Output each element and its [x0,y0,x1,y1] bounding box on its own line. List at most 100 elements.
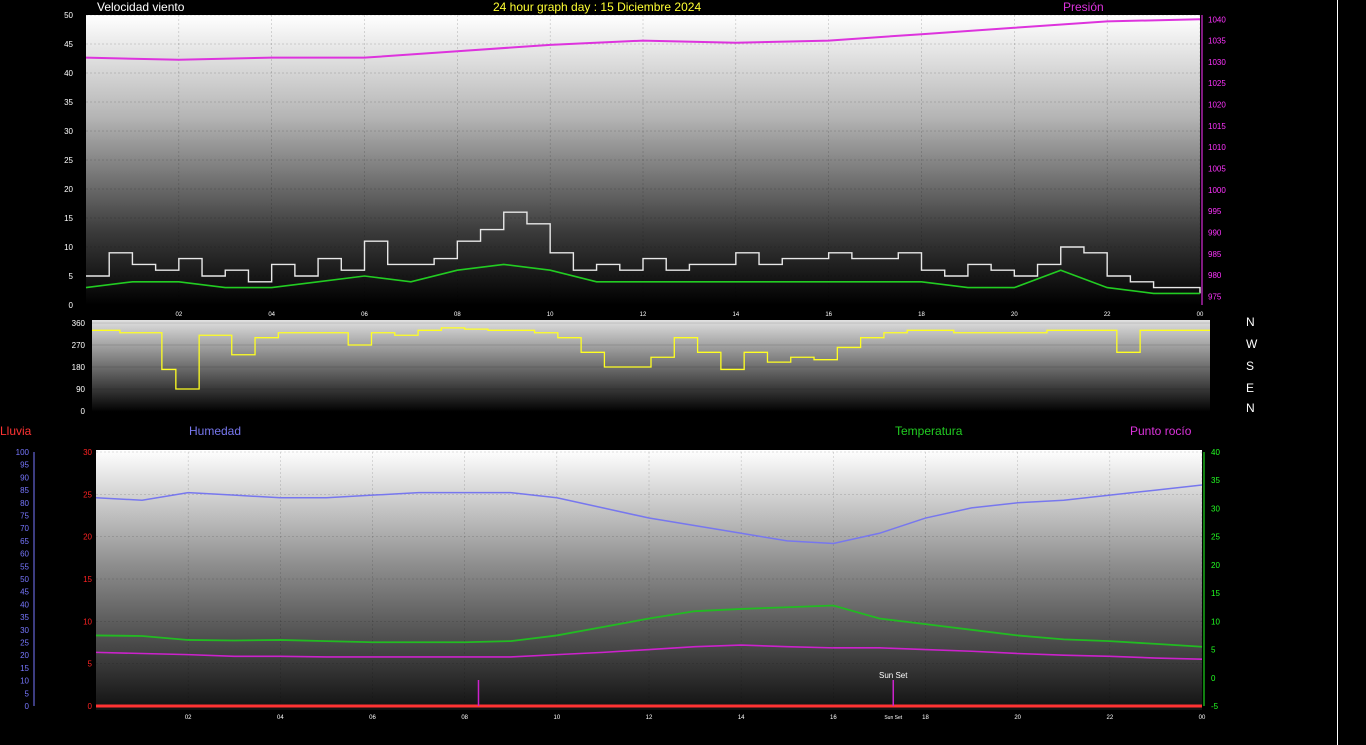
wind-y-tick-label: 20 [64,185,73,194]
humidity-tick-label: 65 [20,537,29,546]
wind-x-tick-label: 20 [1011,312,1018,318]
temperature-tick-label: 0 [1211,674,1216,683]
direction-tick-label: 360 [72,319,86,328]
rain-tick-label: 10 [83,617,92,626]
humidity-tick-label: 55 [20,562,29,571]
humidity-tick-label: 70 [20,524,29,533]
direction-tick-label: 270 [72,341,86,350]
temperature-tick-label: 25 [1211,533,1220,542]
pressure-tick-label: 1000 [1208,186,1226,195]
humidity-tick-label: 60 [20,550,29,559]
wind-y-tick-label: 15 [64,214,73,223]
rain-title: Lluvia [0,424,32,438]
climate-x-tick-label: 16 [830,715,837,721]
weather-chart: Sun Set 05101520253035404550975980985990… [16,11,1227,721]
compass-n-top: N [1246,315,1255,329]
wind-x-tick-label: 00 [1197,312,1204,318]
humidity-tick-label: 80 [20,499,29,508]
graph-frame: Sun Set 0 5 10 15 20 25 30 35 40 45 50 975 980 985 990… [0,0,1338,745]
wind-y-tick-label: 10 [64,243,73,252]
pressure-tick-label: 990 [1208,229,1222,238]
humidity-tick-label: 85 [20,486,29,495]
temperature-title: Temperatura [895,424,963,438]
wind-y-tick-label: 25 [64,156,73,165]
climate-x-tick-label: 22 [1106,715,1113,721]
direction-tick-label: 180 [72,363,86,372]
compass-s: S [1246,359,1255,373]
wind-y-tick-label: 45 [64,40,73,49]
right-border [1337,0,1338,745]
climate-x-tick-label: 08 [461,715,468,721]
humidity-tick-label: 95 [20,461,29,470]
climate-x-tick-label: 02 [185,715,192,721]
humidity-tick-label: 100 [16,448,30,457]
humidity-tick-label: 0 [25,702,30,711]
climate-x-tick-label: 18 [922,715,929,721]
pressure-tick-label: 1040 [1208,15,1226,24]
wind-y-tick-label: 35 [64,98,73,107]
wind-y-tick-label: 50 [64,11,73,20]
wind-x-tick-label: 02 [175,312,182,318]
humidity-tick-label: 15 [20,664,29,673]
temperature-tick-label: -5 [1211,702,1219,711]
graph-date-title: 24 hour graph day : 15 Diciembre 2024 [493,0,702,14]
direction-tick-label: 0 [81,407,86,416]
humidity-tick-label: 40 [20,600,29,609]
dewpoint-title: Punto rocío [1130,424,1192,438]
wind-x-tick-label: 12 [640,312,647,318]
pressure-title: Presión [1063,0,1104,14]
compass-n-bottom: N [1246,401,1255,415]
climate-x-tick-label: 00 [1199,715,1206,721]
wind-x-tick-label: 22 [1104,312,1111,318]
rain-tick-label: 30 [83,448,92,457]
climate-x-tick-label: 04 [277,715,284,721]
wind-x-tick-label: 10 [547,312,554,318]
wind-y-tick-label: 0 [69,301,74,310]
humidity-tick-label: 90 [20,473,29,482]
temperature-tick-label: 20 [1211,561,1220,570]
pressure-tick-label: 995 [1208,207,1222,216]
wind-x-tick-label: 04 [268,312,275,318]
humidity-tick-label: 5 [25,689,30,698]
humidity-tick-label: 25 [20,639,29,648]
temperature-tick-label: 30 [1211,504,1220,513]
climate-x-tick-label: 12 [646,715,653,721]
humidity-tick-label: 20 [20,651,29,660]
rain-tick-label: 5 [88,660,93,669]
humidity-tick-label: 30 [20,626,29,635]
pressure-tick-label: 975 [1208,292,1222,301]
pressure-tick-label: 1015 [1208,122,1226,131]
wind-y-tick-label: 5 [69,272,74,281]
humidity-tick-label: 50 [20,575,29,584]
pressure-tick-label: 1010 [1208,143,1226,152]
wind-x-tick-label: 14 [732,312,739,318]
wind-y-tick-label: 40 [64,69,73,78]
compass-e: E [1246,381,1255,395]
humidity-tick-label: 45 [20,588,29,597]
climate-x-tick-label: 20 [1014,715,1021,721]
pressure-tick-label: 1020 [1208,101,1226,110]
climate-x-tick-label: 10 [553,715,560,721]
pressure-tick-label: 985 [1208,250,1222,259]
temperature-tick-label: 40 [1211,448,1220,457]
climate-x-tick-label: 14 [738,715,745,721]
sunset-marker-label: Sun Set [879,671,908,680]
temperature-tick-label: 5 [1211,646,1216,655]
wind-x-tick-label: 06 [361,312,368,318]
pressure-tick-label: 1005 [1208,165,1226,174]
rain-tick-label: 20 [83,533,92,542]
climate-x-tick-label: Sun Set [884,715,902,721]
wind-x-tick-label: 08 [454,312,461,318]
temperature-tick-label: 10 [1211,617,1220,626]
temperature-tick-label: 15 [1211,589,1220,598]
pressure-tick-label: 1035 [1208,37,1226,46]
pressure-tick-label: 1025 [1208,79,1226,88]
climate-x-tick-label: 06 [369,715,376,721]
humidity-tick-label: 10 [20,677,29,686]
wind-x-tick-label: 18 [918,312,925,318]
pressure-tick-label: 1030 [1208,58,1226,67]
humidity-tick-label: 35 [20,613,29,622]
rain-tick-label: 15 [83,575,92,584]
wind-x-tick-label: 16 [825,312,832,318]
rain-tick-label: 0 [88,702,93,711]
